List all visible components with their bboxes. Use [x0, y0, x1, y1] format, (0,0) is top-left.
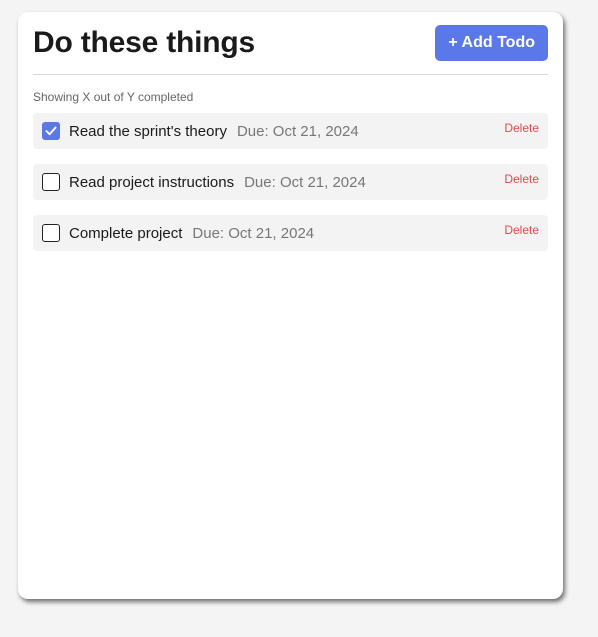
todo-item: Read the sprint's theory Due: Oct 21, 20…	[33, 113, 548, 149]
todo-item: Complete project Due: Oct 21, 2024 Delet…	[33, 215, 548, 251]
todo-checkbox[interactable]	[42, 122, 60, 140]
todo-title: Complete project	[69, 224, 183, 242]
todo-due-date: Due: Oct 21, 2024	[244, 173, 366, 191]
todo-title: Read the sprint's theory	[69, 122, 227, 140]
todo-due-date: Due: Oct 21, 2024	[192, 224, 315, 242]
page-title: Do these things	[33, 26, 256, 59]
todo-checkbox[interactable]	[42, 224, 60, 242]
delete-button[interactable]: Delete	[504, 172, 539, 186]
todo-title: Read project instructions	[69, 173, 235, 191]
header: Do these things + Add Todo	[33, 12, 548, 75]
delete-button[interactable]: Delete	[504, 121, 539, 135]
check-icon	[45, 126, 57, 136]
completion-summary: Showing X out of Y completed	[33, 90, 194, 104]
todo-card: Do these things + Add Todo Showing X out…	[18, 12, 563, 599]
todo-list: Read the sprint's theory Due: Oct 21, 20…	[33, 113, 548, 251]
todo-item: Read project instructions Due: Oct 21, 2…	[33, 164, 548, 200]
todo-due-date: Due: Oct 21, 2024	[236, 122, 359, 140]
todo-checkbox[interactable]	[42, 173, 60, 191]
delete-button[interactable]: Delete	[504, 223, 539, 237]
add-todo-button[interactable]: + Add Todo	[435, 25, 548, 61]
